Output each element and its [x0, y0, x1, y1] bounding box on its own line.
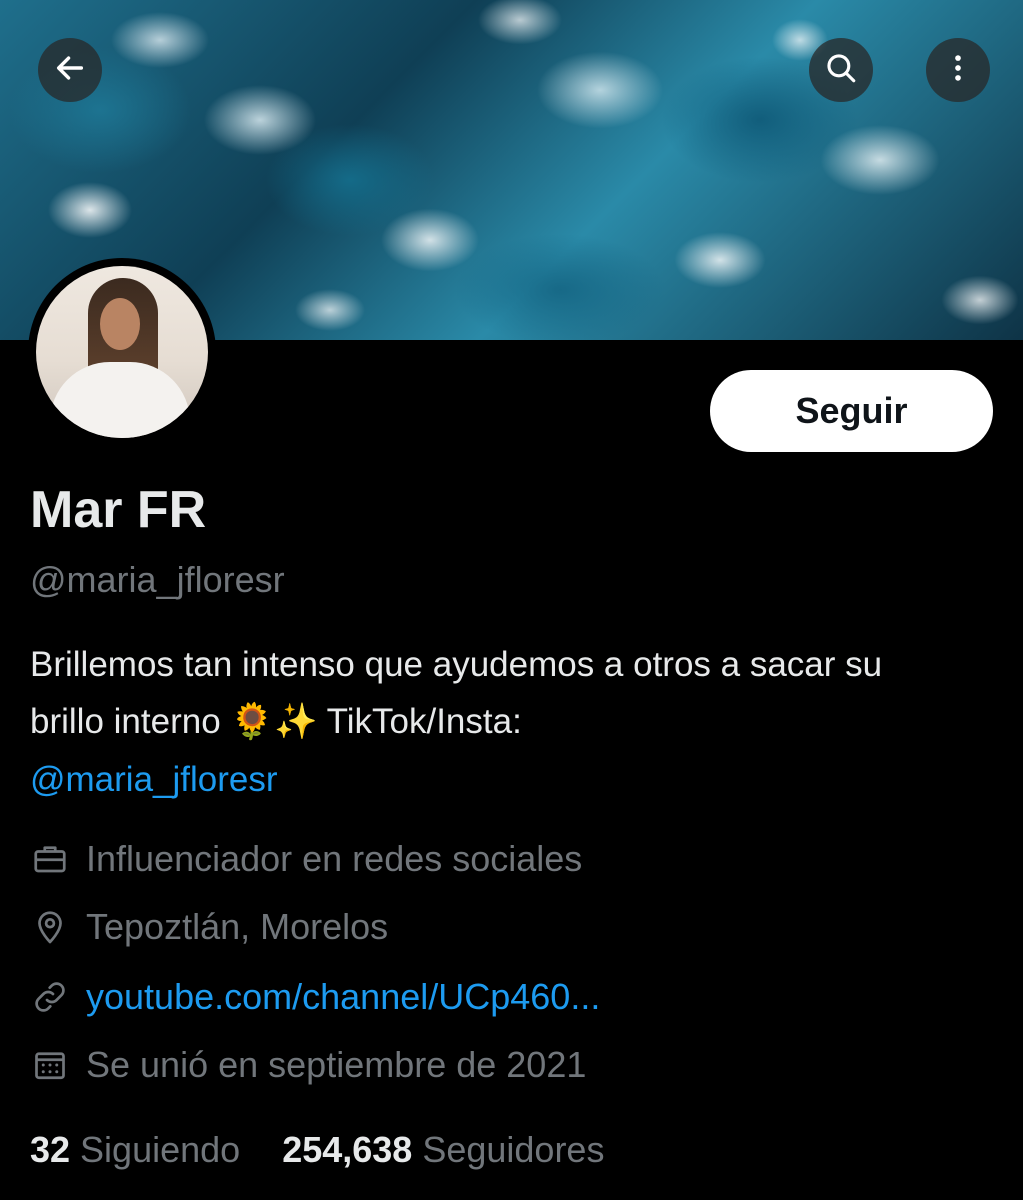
bio-emoji: 🌻✨ — [230, 702, 318, 742]
username-handle: @maria_jfloresr — [30, 559, 285, 600]
follow-button[interactable]: Seguir — [710, 370, 993, 452]
bio-mention-link[interactable]: @maria_jfloresr — [30, 760, 278, 799]
following-count: 32 — [30, 1129, 71, 1170]
search-button[interactable] — [809, 38, 873, 102]
profile-joined-date: Se unió en septiembre de 2021 — [30, 1040, 586, 1090]
profile-bio: Brillemos tan intenso que ayudemos a otr… — [30, 636, 930, 808]
category-text: Influenciador en redes sociales — [86, 838, 583, 879]
avatar-photo — [36, 266, 208, 438]
joined-text: Se unió en septiembre de 2021 — [86, 1044, 587, 1085]
arrow-left-icon — [53, 51, 87, 90]
display-name: Mar FR — [30, 481, 207, 539]
location-text: Tepoztlán, Morelos — [86, 906, 389, 947]
following-label: Siguiendo — [80, 1129, 241, 1170]
follow-stats: 32 Siguiendo 254,638 Seguidores — [30, 1124, 604, 1176]
profile-website[interactable]: youtube.com/channel/UCp460... — [30, 972, 600, 1022]
location-pin-icon — [30, 907, 70, 947]
followers-link[interactable]: 254,638 Seguidores — [282, 1129, 604, 1171]
back-button[interactable] — [38, 38, 102, 102]
profile-category: Influenciador en redes sociales — [30, 834, 582, 884]
bio-suffix: TikTok/Insta: — [326, 702, 522, 741]
website-link[interactable]: youtube.com/channel/UCp460... — [86, 976, 600, 1018]
profile-location: Tepoztlán, Morelos — [30, 902, 388, 952]
more-options-button[interactable] — [926, 38, 990, 102]
avatar[interactable] — [28, 258, 216, 446]
briefcase-icon — [30, 839, 70, 879]
calendar-icon — [30, 1045, 70, 1085]
link-icon — [30, 977, 70, 1017]
search-icon — [824, 51, 858, 90]
more-vertical-icon — [941, 51, 975, 90]
following-link[interactable]: 32 Siguiendo — [30, 1129, 240, 1171]
followers-label: Seguidores — [422, 1129, 605, 1170]
followers-count: 254,638 — [282, 1129, 413, 1170]
